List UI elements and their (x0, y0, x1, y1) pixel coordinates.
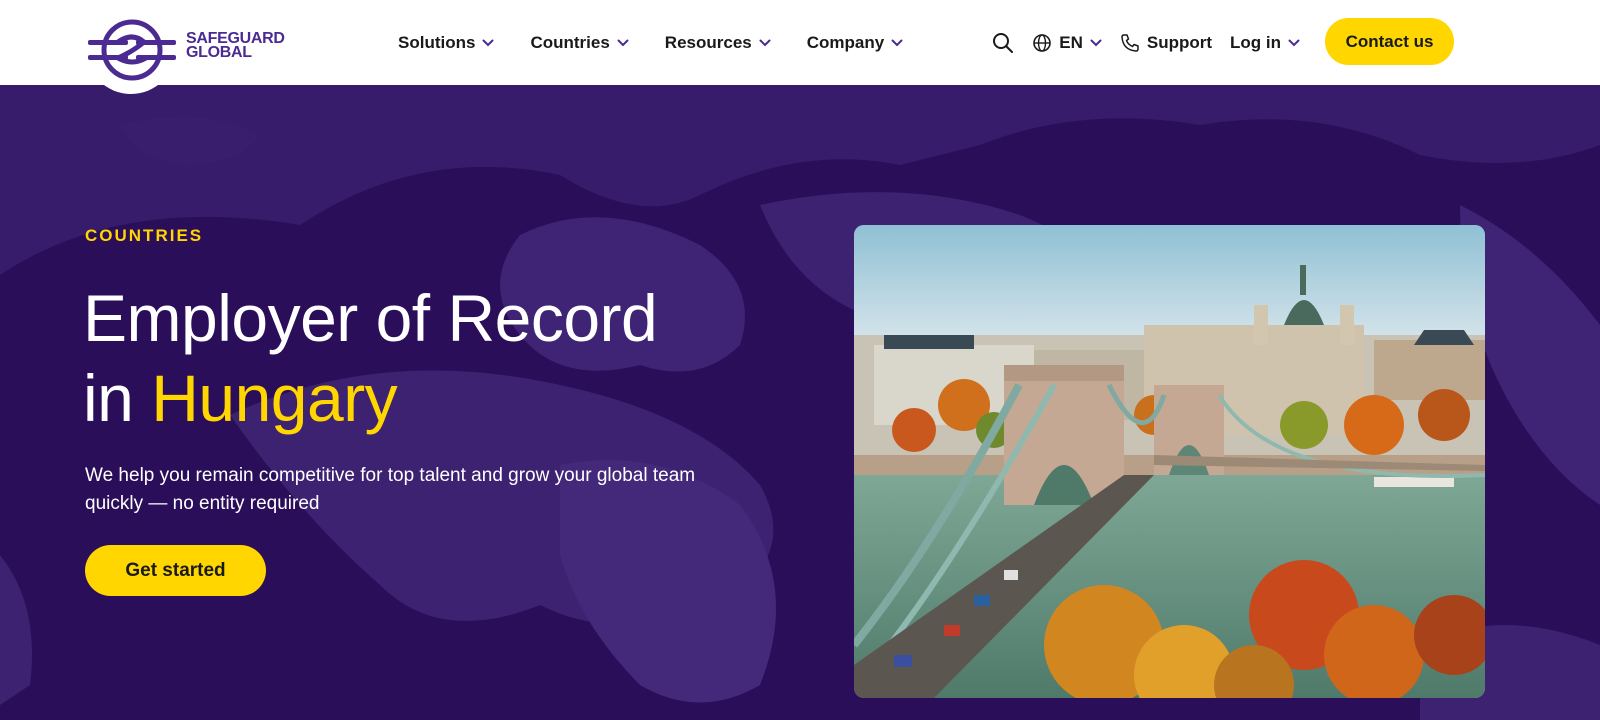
login-menu[interactable]: Log in (1230, 33, 1300, 53)
chevron-down-icon (482, 39, 494, 46)
nav-countries-label: Countries (530, 32, 610, 52)
brand-wordmark: SAFEGUARD GLOBAL (186, 31, 285, 61)
get-started-button[interactable]: Get started (85, 545, 266, 596)
language-selector[interactable]: EN (1032, 33, 1102, 53)
globe-icon (1033, 33, 1052, 52)
language-label: EN (1059, 32, 1083, 52)
hero-title-line1: Employer of Record (83, 281, 658, 355)
nav-solutions[interactable]: Solutions (398, 33, 494, 53)
utility-nav: EN Support Log in (992, 0, 1300, 85)
nav-company-label: Company (806, 32, 885, 52)
contact-us-button[interactable]: Contact us (1325, 18, 1454, 65)
nav-solutions-label: Solutions (398, 32, 476, 52)
support-label: Support (1146, 32, 1213, 52)
brand-logo[interactable]: SAFEGUARD GLOBAL (86, 14, 291, 98)
nav-company[interactable]: Company (807, 33, 903, 53)
search-button[interactable] (992, 32, 1014, 54)
site-header: SAFEGUARD GLOBAL Solutions Countries Res… (0, 0, 1600, 94)
hero-subtext: We help you remain competitive for top t… (85, 465, 696, 514)
search-icon (993, 32, 1014, 53)
main-nav: Solutions Countries Resources Company (398, 0, 939, 85)
chevron-down-icon (759, 39, 771, 46)
chain-bridge-photo (854, 225, 1485, 698)
chevron-down-icon (617, 39, 629, 46)
nav-resources[interactable]: Resources (665, 33, 771, 53)
hero-section: COUNTRIES Employer of Record in Hungary … (0, 85, 1600, 720)
chevron-down-icon (891, 39, 903, 46)
hero-title: Employer of Record in Hungary (83, 278, 783, 438)
chevron-down-icon (1288, 39, 1300, 46)
safeguard-logo-icon (88, 19, 176, 81)
support-link[interactable]: Support (1120, 33, 1212, 53)
phone-icon (1121, 33, 1139, 52)
chevron-down-icon (1090, 39, 1102, 46)
hero-image (854, 225, 1485, 698)
hero-title-country: Hungary (151, 361, 398, 435)
hero-title-in: in (83, 361, 134, 435)
login-label: Log in (1230, 32, 1281, 52)
brand-name-line2: GLOBAL (186, 44, 252, 61)
nav-resources-label: Resources (664, 32, 752, 52)
hero-eyebrow: COUNTRIES (85, 226, 204, 245)
nav-countries[interactable]: Countries (530, 32, 629, 53)
